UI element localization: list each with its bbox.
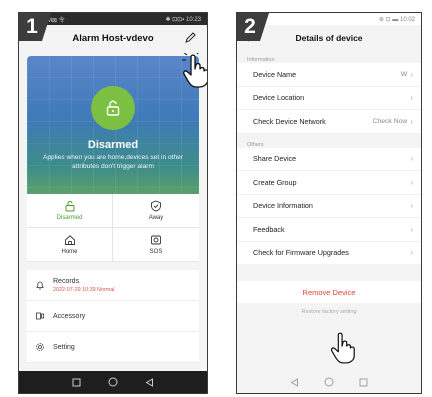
chevron-right-icon: › — [410, 248, 413, 258]
chevron-right-icon: › — [410, 224, 413, 234]
mode-sos[interactable]: SOS — [113, 228, 199, 262]
phone-device-details: 2 ⊛ ⊡ ▬ 10:02 ← Details of device Inform… — [236, 12, 422, 394]
top-nav: ‹ Alarm Host-vdevo — [19, 25, 207, 51]
chevron-right-icon: › — [410, 93, 413, 103]
remove-device-button[interactable]: Remove Device — [237, 281, 421, 303]
mode-label: SOS — [149, 249, 163, 255]
row-label: Device Location — [253, 93, 305, 103]
restore-factory-link[interactable]: Restore factory setting — [237, 309, 421, 315]
accessory-label: Accessory — [53, 312, 86, 320]
row-label: Device Name — [253, 69, 297, 79]
device-information-item[interactable]: Device Information › — [237, 195, 421, 218]
check-network-item[interactable]: Check Device Network Check Now › — [237, 110, 421, 134]
recents-square-icon — [72, 378, 81, 386]
mode-disarmed[interactable]: Disarmed — [27, 194, 113, 228]
unlock-icon — [106, 100, 120, 116]
row-label: Share Device — [253, 154, 297, 164]
device-name-value: W — [400, 70, 408, 78]
status-right: ⊛ ⊡ ▬ 10:02 — [378, 16, 415, 23]
top-nav: ← Details of device — [237, 25, 421, 51]
section-header-others: Others — [247, 141, 264, 148]
status-right: ✱ ⊡⊡▪ 10:23 — [165, 16, 201, 23]
home-circle-icon — [108, 377, 118, 387]
alarm-state-label: Disarmed — [87, 139, 139, 151]
unlock-icon — [65, 200, 74, 212]
house-icon — [64, 235, 75, 245]
system-nav-bar — [237, 371, 421, 393]
others-list: Share Device › Create Group › Device Inf… — [237, 147, 421, 265]
create-group-item[interactable]: Create Group › — [237, 171, 421, 195]
section-header-information: Information — [247, 57, 275, 63]
records-latest: 2022-07-29 10:39 Normal — [53, 286, 115, 293]
accessory-item[interactable]: Accessory — [27, 301, 199, 332]
chevron-right-icon: › — [410, 177, 413, 187]
chevron-right-icon: › — [410, 69, 413, 79]
hand-pointer-icon — [182, 53, 207, 88]
row-label: Device Information — [253, 201, 313, 211]
chevron-right-icon: › — [410, 154, 413, 164]
device-location-item[interactable]: Device Location › — [237, 87, 421, 110]
row-label: Feedback — [253, 224, 285, 234]
mode-label: Home — [61, 249, 78, 255]
back-triangle-icon — [290, 377, 298, 387]
host-menu-list: Records 2022-07-29 10:39 Normal Accessor… — [27, 270, 199, 363]
mode-away[interactable]: Away — [113, 194, 199, 228]
row-label: Check Device Network — [253, 116, 326, 126]
state-circle[interactable] — [91, 86, 135, 130]
feedback-item[interactable]: Feedback › — [237, 218, 421, 242]
records-label: Records — [53, 277, 80, 285]
setting-label: Setting — [53, 343, 75, 351]
chevron-right-icon: › — [410, 116, 413, 126]
device-name-item[interactable]: Device Name W › — [237, 63, 421, 87]
setting-item[interactable]: Setting — [27, 332, 199, 363]
row-label: Check for Firmware Upgrades — [253, 248, 349, 258]
page-title: Alarm Host-vdevo — [72, 32, 154, 44]
gear-icon — [36, 343, 44, 351]
chevron-right-icon: › — [410, 201, 413, 211]
information-list: Device Name W › Device Location › Check D… — [237, 63, 421, 134]
edit-pencil-icon[interactable] — [184, 31, 197, 49]
recents-square-icon — [359, 378, 368, 386]
alarm-state-description: Applies when you are home,devices set in… — [42, 154, 183, 170]
phone-alarm-host: 1 M⊠ 令 ✱ ⊡⊡▪ 10:23 ‹ Alarm Host-vdevo Di… — [18, 12, 208, 394]
bell-icon — [36, 281, 44, 290]
row-label: Create Group — [253, 177, 297, 187]
accessory-icon — [36, 312, 45, 320]
firmware-upgrade-item[interactable]: Check for Firmware Upgrades › — [237, 242, 421, 265]
mode-grid: Disarmed Away Home SOS — [27, 194, 199, 262]
alarm-state-panel: Disarmed Applies when you are home,devic… — [27, 56, 199, 194]
hand-pointer-icon — [330, 332, 355, 364]
home-circle-icon — [324, 377, 334, 387]
mode-label: Away — [148, 215, 164, 221]
shield-check-icon — [151, 200, 161, 212]
page-title: Details of device — [295, 33, 363, 43]
back-triangle-icon — [145, 377, 153, 387]
siren-icon — [151, 235, 161, 245]
check-now-value: Check Now — [372, 117, 408, 125]
mode-home[interactable]: Home — [27, 228, 113, 262]
system-nav-bar — [19, 371, 207, 393]
mode-label: Disarmed — [56, 215, 83, 221]
records-item[interactable]: Records 2022-07-29 10:39 Normal — [27, 270, 199, 301]
share-device-item[interactable]: Share Device › — [237, 148, 421, 171]
